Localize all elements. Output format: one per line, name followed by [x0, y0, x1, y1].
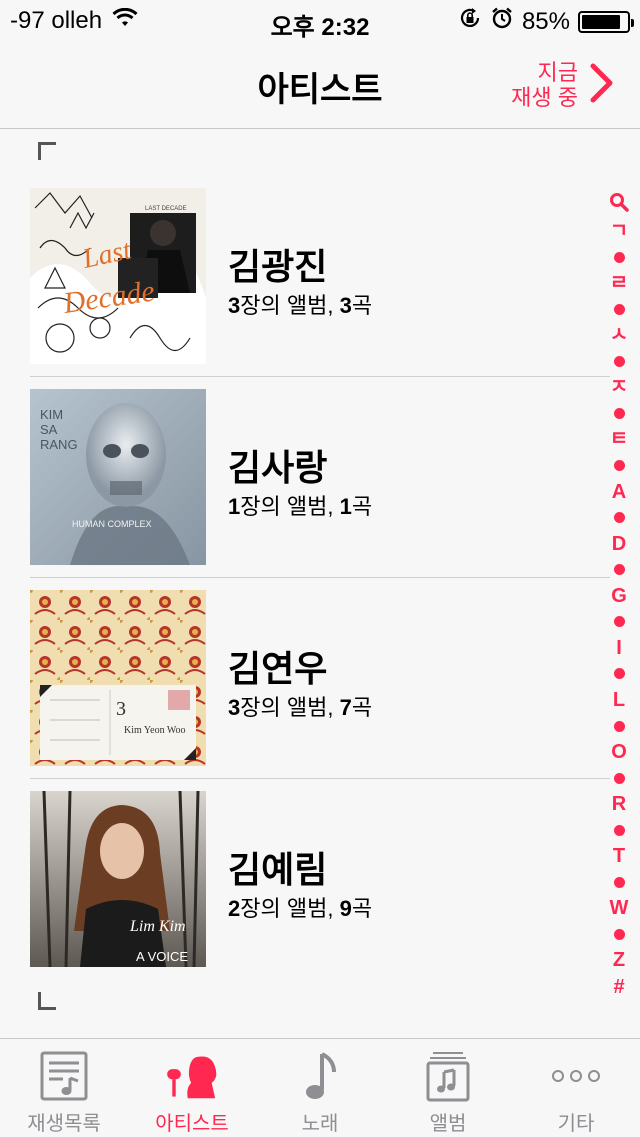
divider [30, 778, 610, 779]
index-letter[interactable]: L [613, 687, 625, 713]
now-playing-button[interactable]: 지금 재생 중 [511, 60, 614, 110]
artist-icon [162, 1047, 222, 1105]
index-letter[interactable]: Z [613, 947, 625, 973]
index-letter[interactable]: ㄱ [610, 218, 628, 244]
tab-label: 노래 [301, 1113, 339, 1135]
svg-text:Lim Kim: Lim Kim [129, 918, 186, 935]
section-start-mark [38, 142, 56, 160]
index-letter[interactable]: ㅌ [610, 426, 628, 452]
artist-detail: 3장의 앨범, 7곡 [228, 695, 373, 720]
svg-text:RANG: RANG [40, 437, 78, 452]
index-dot [613, 720, 625, 732]
section-index-bar[interactable]: ㄱ ㄹ ㅅ ㅈ ㅌ A D G I L O R T W Z # [602, 192, 636, 1000]
index-search-icon[interactable] [609, 192, 629, 218]
svg-text:3: 3 [116, 698, 126, 720]
album-art: KIM SA RANG HUMAN COMPLEX [30, 389, 206, 565]
artist-detail: 1장의 앨범, 1곡 [228, 494, 373, 519]
playlist-icon [34, 1047, 94, 1105]
index-dot [613, 303, 625, 315]
index-letter[interactable]: ㅈ [610, 374, 628, 400]
index-dot [613, 564, 625, 576]
artist-detail: 2장의 앨범, 9곡 [228, 896, 373, 921]
note-icon [290, 1047, 350, 1105]
tab-label: 재생목록 [27, 1113, 101, 1135]
album-icon [418, 1047, 478, 1105]
tab-songs[interactable]: 노래 [256, 1039, 384, 1137]
index-dot [613, 251, 625, 263]
index-letter[interactable]: D [612, 531, 626, 557]
index-dot [613, 460, 625, 472]
svg-text:SA: SA [40, 422, 58, 437]
tab-label: 아티스트 [155, 1113, 229, 1135]
index-letter[interactable]: I [616, 635, 622, 661]
album-art: Lim Kim A VOICE [30, 791, 206, 967]
chevron-right-icon [590, 63, 614, 108]
tab-more[interactable]: 기타 [512, 1039, 640, 1137]
more-icon [546, 1047, 606, 1105]
status-bar: -97 olleh 오후 2:32 85% [0, 0, 640, 41]
artist-row[interactable]: 3 Kim Yeon Woo 김연우 3장의 앨범, 7곡 [30, 590, 610, 790]
now-playing-label: 지금 재생 중 [511, 60, 578, 110]
divider [30, 577, 610, 578]
index-dot [613, 355, 625, 367]
alarm-icon [490, 6, 514, 37]
index-letter[interactable]: R [612, 791, 626, 817]
index-letter[interactable]: ㄹ [610, 270, 628, 296]
index-letter[interactable]: # [613, 974, 624, 1000]
index-dot [613, 512, 625, 524]
navigation-bar: 아티스트 지금 재생 중 [0, 40, 640, 129]
tab-label: 기타 [557, 1113, 595, 1135]
index-letter[interactable]: G [611, 583, 627, 609]
index-letter[interactable]: ㅅ [610, 322, 628, 348]
index-dot [613, 772, 625, 784]
artist-name: 김연우 [228, 648, 328, 689]
index-dot [613, 824, 625, 836]
status-right: 85% [458, 6, 634, 37]
artist-row[interactable]: KIM SA RANG HUMAN COMPLEX 김사랑 1장의 앨범, 1곡 [30, 389, 610, 589]
artist-row[interactable]: Lim Kim A VOICE 김예림 2장의 앨범, 9곡 [30, 791, 610, 991]
tab-playlists[interactable]: 재생목록 [0, 1039, 128, 1137]
svg-text:HUMAN COMPLEX: HUMAN COMPLEX [72, 519, 152, 529]
svg-text:A VOICE: A VOICE [136, 949, 188, 964]
index-dot [613, 668, 625, 680]
divider [30, 376, 610, 377]
rotation-lock-icon [458, 6, 482, 37]
index-dot [613, 407, 625, 419]
index-dot [613, 928, 625, 940]
battery-icon [578, 10, 634, 33]
index-letter[interactable]: T [613, 843, 625, 869]
svg-text:LAST DECADE: LAST DECADE [145, 206, 187, 212]
tab-artists[interactable]: 아티스트 [128, 1039, 256, 1137]
tab-albums[interactable]: 앨범 [384, 1039, 512, 1137]
artist-name: 김예림 [228, 849, 328, 890]
index-dot [613, 616, 625, 628]
artist-row[interactable]: Last Decade LAST DECADE 김광진 3장의 앨범, 3곡 [30, 188, 610, 388]
album-art: 3 Kim Yeon Woo [30, 590, 206, 766]
tab-bar: 재생목록 아티스트 노래 앨범 기타 [0, 1038, 640, 1137]
section-end-mark [38, 992, 56, 1010]
artist-name: 김광진 [228, 246, 328, 287]
index-letter[interactable]: W [610, 895, 629, 921]
artist-detail: 3장의 앨범, 3곡 [228, 293, 373, 318]
battery-percent: 85% [521, 7, 570, 35]
album-art: Last Decade LAST DECADE [30, 188, 206, 364]
index-letter[interactable]: O [611, 739, 627, 765]
artist-name: 김사랑 [228, 447, 328, 488]
svg-text:KIM: KIM [40, 407, 63, 422]
index-letter[interactable]: A [612, 479, 626, 505]
index-dot [613, 876, 625, 888]
svg-text:Kim Yeon Woo: Kim Yeon Woo [124, 725, 186, 736]
tab-label: 앨범 [429, 1113, 467, 1135]
